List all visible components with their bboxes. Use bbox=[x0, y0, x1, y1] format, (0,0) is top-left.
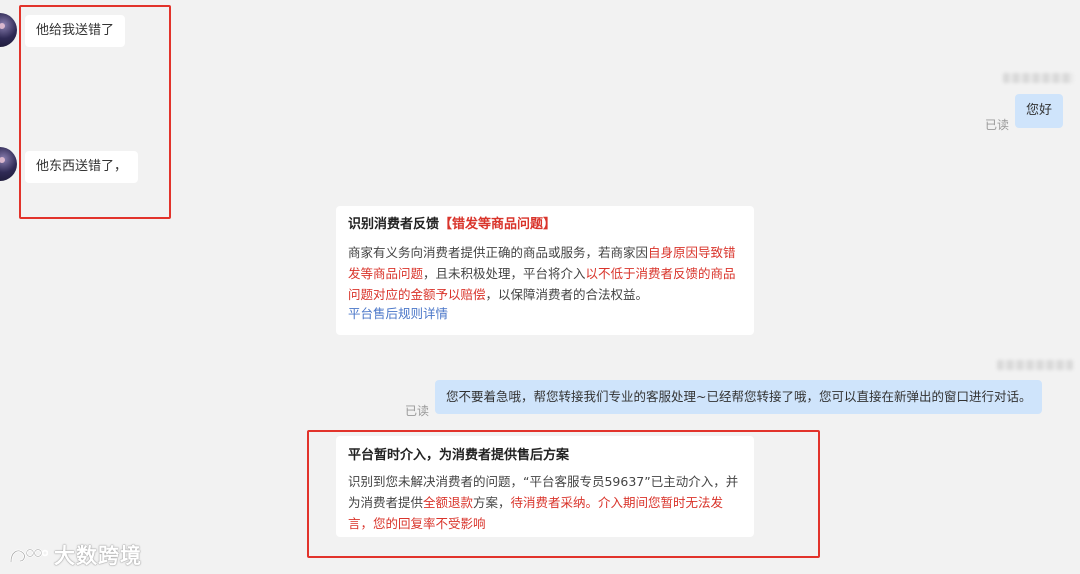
card-title: 识别消费者反馈【错发等商品问题】 bbox=[348, 216, 742, 234]
watermark-logo-icon bbox=[9, 548, 48, 563]
agent-name-blurred bbox=[1003, 73, 1073, 83]
annotation-box bbox=[307, 430, 820, 558]
outgoing-message: 您好 bbox=[1015, 94, 1064, 128]
consumer-feedback-card: 识别消费者反馈【错发等商品问题】 商家有义务向消费者提供正确的商品或服务，若商家… bbox=[336, 206, 754, 335]
customer-avatar[interactable] bbox=[0, 13, 17, 47]
card-body-text: ，以保障消费者的合法权益。 bbox=[485, 287, 649, 302]
watermark-text: 大数跨境 bbox=[54, 544, 142, 568]
after-sales-rules-link[interactable]: 平台售后规则详情 bbox=[348, 305, 742, 323]
annotation-box bbox=[19, 5, 171, 219]
read-status: 已读 bbox=[985, 118, 1010, 132]
customer-avatar[interactable] bbox=[0, 147, 17, 181]
read-status: 已读 bbox=[405, 404, 430, 418]
outgoing-message: 您不要着急哦，帮您转接我们专业的客服处理~已经帮您转接了哦，您可以直接在新弹出的… bbox=[435, 380, 1043, 414]
card-title-text: 识别消费者反馈 bbox=[348, 217, 440, 232]
agent-name-blurred bbox=[997, 360, 1073, 370]
watermark: 大数跨境 bbox=[8, 540, 142, 570]
card-body-text: ，且未积极处理，平台将介入 bbox=[423, 266, 586, 281]
card-body: 商家有义务向消费者提供正确的商品或服务，若商家因自身原因导致错发等商品问题，且未… bbox=[348, 242, 742, 305]
card-body-text: 商家有义务向消费者提供正确的商品或服务，若商家因 bbox=[348, 245, 649, 260]
card-title-tag: 【错发等商品问题】 bbox=[439, 217, 557, 232]
